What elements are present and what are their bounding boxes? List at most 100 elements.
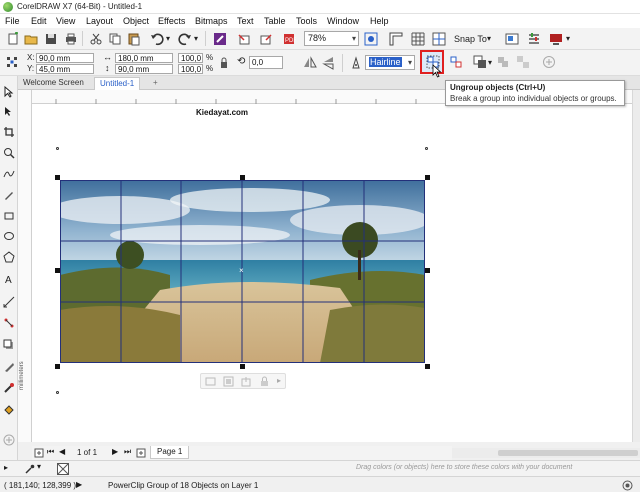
menu-table[interactable]: Table <box>264 16 286 26</box>
horizontal-scrollbar-thumb[interactable] <box>498 450 638 456</box>
break-apart-icon[interactable] <box>516 55 530 69</box>
rectangle-tool-icon[interactable] <box>3 210 15 222</box>
resize-handle-top-left[interactable] <box>55 175 60 180</box>
connector-tool-icon[interactable] <box>3 317 15 329</box>
open-folder-icon[interactable] <box>24 32 38 46</box>
dimension-tool-icon[interactable] <box>3 296 15 308</box>
add-tab-button[interactable]: + <box>148 77 163 90</box>
selection-handle[interactable] <box>56 391 59 394</box>
add-page-icon[interactable] <box>34 448 44 458</box>
color-eyedropper-tool-icon[interactable] <box>3 382 15 394</box>
show-rulers-icon[interactable] <box>389 32 403 46</box>
zoom-tool-icon[interactable] <box>3 147 15 159</box>
crop-tool-icon[interactable] <box>3 126 15 138</box>
add-tool-icon[interactable] <box>3 434 15 446</box>
menu-edit[interactable]: Edit <box>31 16 47 26</box>
text-tool-icon[interactable]: A <box>3 273 15 285</box>
menu-effects[interactable]: Effects <box>158 16 185 26</box>
palette-dropdown-icon[interactable]: ▾ <box>37 462 41 471</box>
vertical-ruler[interactable]: millimeters <box>18 90 32 442</box>
scale-width-field[interactable]: 100,0 <box>178 53 203 63</box>
menu-tools[interactable]: Tools <box>296 16 317 26</box>
menu-text[interactable]: Text <box>237 16 254 26</box>
undo-dropdown-icon[interactable]: ▾ <box>166 34 170 43</box>
add-page-after-icon[interactable] <box>136 448 146 458</box>
to-front-icon[interactable] <box>473 55 487 69</box>
combine-icon[interactable] <box>496 55 510 69</box>
transparency-tool-icon[interactable] <box>3 361 15 373</box>
interactive-fill-tool-icon[interactable] <box>3 404 15 416</box>
edit-powerclip-icon[interactable] <box>205 376 216 387</box>
rotation-angle-field[interactable]: 0,0 <box>249 56 283 69</box>
status-play-icon[interactable]: ▶ <box>76 480 82 489</box>
next-page-icon[interactable]: ▶ <box>112 447 118 456</box>
resize-handle-top-right[interactable] <box>425 175 430 180</box>
resize-handle-top[interactable] <box>240 175 245 180</box>
publish-pdf-icon[interactable]: PDF <box>282 32 296 46</box>
new-document-icon[interactable] <box>6 32 20 46</box>
previous-page-icon[interactable]: ◀ <box>59 447 65 456</box>
menu-bitmaps[interactable]: Bitmaps <box>195 16 228 26</box>
add-property-icon[interactable] <box>542 55 556 69</box>
lock-contents-icon[interactable] <box>259 376 270 387</box>
artistic-media-tool-icon[interactable] <box>3 189 15 201</box>
freehand-tool-icon[interactable] <box>3 168 15 180</box>
drop-shadow-tool-icon[interactable] <box>3 339 15 351</box>
menu-object[interactable]: Object <box>123 16 149 26</box>
import-icon[interactable] <box>237 32 251 46</box>
palette-menu-icon[interactable]: ▸ <box>4 463 8 472</box>
redo-icon[interactable] <box>178 32 192 46</box>
application-launcher-icon[interactable] <box>549 32 563 46</box>
mirror-horizontal-icon[interactable] <box>303 56 317 70</box>
menu-window[interactable]: Window <box>327 16 359 26</box>
page-tab-1[interactable]: Page 1 <box>150 446 190 459</box>
y-position-field[interactable]: 45,0 mm <box>36 64 94 74</box>
to-front-dropdown-icon[interactable]: ▾ <box>488 58 492 67</box>
undo-icon[interactable] <box>150 32 164 46</box>
tab-welcome-screen[interactable]: Welcome Screen <box>18 77 89 90</box>
selection-handle[interactable] <box>56 147 59 150</box>
outline-width-dropdown[interactable]: Hairline ▾ <box>365 55 415 70</box>
launcher-dropdown-icon[interactable]: ▾ <box>566 34 570 43</box>
lock-ratio-icon[interactable] <box>219 57 229 69</box>
menu-file[interactable]: File <box>5 16 20 26</box>
snap-to-dropdown-icon[interactable]: ▾ <box>487 34 491 43</box>
full-screen-preview-icon[interactable] <box>364 32 378 46</box>
tab-untitled-1[interactable]: Untitled-1 <box>94 77 141 90</box>
height-field[interactable]: 90,0 mm <box>115 64 173 74</box>
resize-handle-right[interactable] <box>425 268 430 273</box>
zoom-level-dropdown[interactable]: 78% ▾ <box>304 31 359 46</box>
resize-handle-left[interactable] <box>55 268 60 273</box>
ungroup-all-icon[interactable] <box>449 55 463 69</box>
menu-view[interactable]: View <box>56 16 75 26</box>
shape-tool-icon[interactable] <box>3 106 15 118</box>
show-guidelines-icon[interactable] <box>432 32 446 46</box>
scale-height-field[interactable]: 100,0 <box>178 64 203 74</box>
ellipse-tool-icon[interactable] <box>3 230 15 242</box>
object-origin-icon[interactable] <box>5 55 19 69</box>
resize-handle-bottom[interactable] <box>240 364 245 369</box>
menu-help[interactable]: Help <box>370 16 389 26</box>
color-proof-icon[interactable] <box>622 480 633 491</box>
menu-layout[interactable]: Layout <box>86 16 113 26</box>
selection-handle[interactable] <box>425 147 428 150</box>
cut-icon[interactable] <box>89 32 103 46</box>
more-options-icon[interactable]: ▸ <box>277 376 281 385</box>
pick-tool-icon[interactable] <box>3 86 15 98</box>
no-color-swatch-icon[interactable] <box>57 463 69 475</box>
save-icon[interactable] <box>44 32 58 46</box>
extract-contents-icon[interactable] <box>241 376 252 387</box>
print-icon[interactable] <box>64 32 78 46</box>
resize-handle-bottom-right[interactable] <box>425 364 430 369</box>
polygon-tool-icon[interactable] <box>3 251 15 263</box>
search-content-icon[interactable] <box>213 32 227 46</box>
redo-dropdown-icon[interactable]: ▾ <box>194 34 198 43</box>
select-contents-icon[interactable] <box>223 376 234 387</box>
options-icon[interactable] <box>527 32 541 46</box>
welcome-screen-icon[interactable] <box>505 32 519 46</box>
eyedropper-icon[interactable] <box>25 464 35 474</box>
resize-handle-bottom-left[interactable] <box>55 364 60 369</box>
copy-icon[interactable] <box>108 32 122 46</box>
last-page-icon[interactable]: ⏭ <box>124 447 131 457</box>
mirror-vertical-icon[interactable] <box>322 56 336 70</box>
